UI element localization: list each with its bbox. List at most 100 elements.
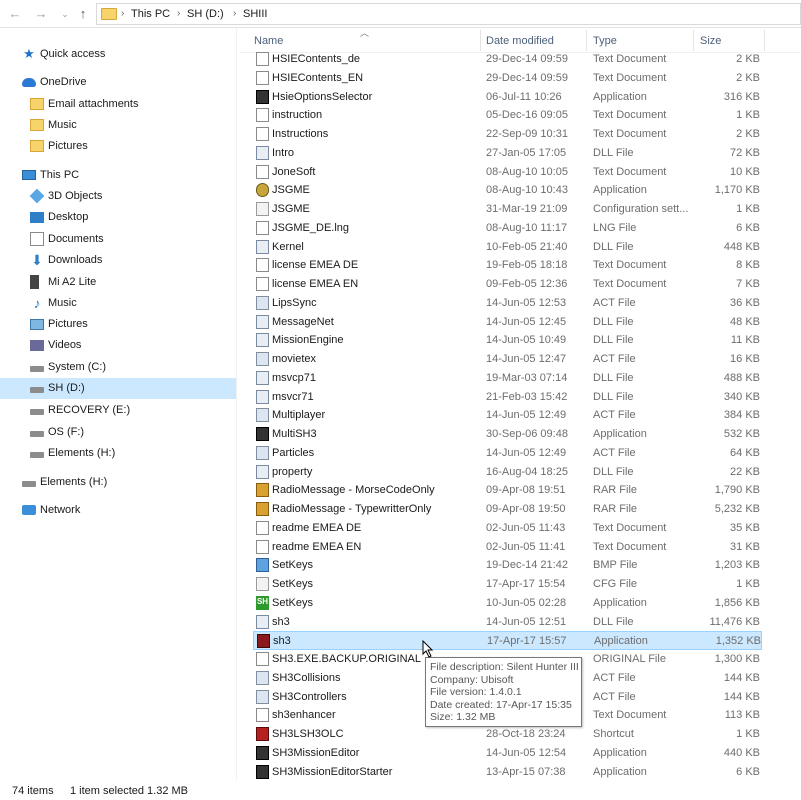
file-type: BMP File: [593, 559, 638, 572]
file-row[interactable]: SH3MissionEditorStarter 13-Apr-15 07:38 Ap…: [253, 763, 762, 782]
column-header-name[interactable]: Name: [254, 35, 283, 47]
file-date-modified: 09-Apr-08 19:51: [486, 484, 566, 497]
sidebar-item[interactable]: OS (F:): [0, 422, 236, 443]
file-type: Text Document: [593, 109, 667, 122]
drive-icon: [22, 481, 36, 487]
file-row[interactable]: msvcr71 21-Feb-03 15:42 DLL File 340 KB: [253, 388, 762, 407]
file-row[interactable]: JoneSoft 08-Aug-10 10:05 Text Document 10 K…: [253, 163, 762, 182]
desktop-icon: [30, 212, 44, 223]
breadcrumb-separator[interactable]: ›: [233, 8, 236, 19]
file-row[interactable]: Particles 14-Jun-05 12:49 ACT File 64 KB: [253, 444, 762, 463]
sidebar-item[interactable]: Email attachments: [0, 94, 236, 115]
file-row[interactable]: SetKeys 19-Dec-14 21:42 BMP File 1,203 KB: [253, 556, 762, 575]
sidebar-item[interactable]: ★ Quick access: [0, 44, 236, 65]
file-row[interactable]: msvcp71 19-Mar-03 07:14 DLL File 488 KB: [253, 369, 762, 388]
column-divider[interactable]: [480, 30, 481, 51]
file-row[interactable]: SH3LSH3OLC 28-Oct-18 23:24 Shortcut 1 KB: [253, 725, 762, 744]
sidebar-item[interactable]: ⬇ Downloads: [0, 250, 236, 271]
file-name: JoneSoft: [272, 165, 316, 178]
file-row[interactable]: RadioMessage - MorseCodeOnly 09-Apr-08 19…: [253, 481, 762, 500]
file-row[interactable]: SH SetKeys 10-Jun-05 02:28 Application 1,856…: [253, 594, 762, 613]
file-size: 440 KB: [723, 746, 760, 759]
address-bar[interactable]: › This PC › SH (D:) › SHIII: [96, 3, 801, 25]
sidebar-item[interactable]: SH (D:): [0, 378, 236, 399]
sidebar-item[interactable]: ♪ Music: [0, 293, 236, 314]
sidebar-item[interactable]: RECOVERY (E:): [0, 400, 236, 421]
file-row[interactable]: movietex 14-Jun-05 12:47 ACT File 16 KB: [253, 350, 762, 369]
file-row[interactable]: Instructions 22-Sep-09 10:31 Text Document…: [253, 125, 762, 144]
column-divider[interactable]: [586, 30, 587, 51]
file-row[interactable]: HSIEContents_de 29-Dec-14 09:59 Text Docum…: [253, 50, 762, 69]
txt-file-icon: [256, 52, 269, 66]
column-header-type[interactable]: Type: [593, 35, 617, 47]
forward-icon[interactable]: →: [32, 5, 50, 23]
act-file-icon: [256, 408, 269, 423]
file-row[interactable]: SetKeys 17-Apr-17 15:54 CFG File 1 KB: [253, 575, 762, 594]
breadcrumb-this-pc[interactable]: This PC: [131, 8, 170, 20]
file-date-modified: 14-Jun-05 12:53: [486, 296, 567, 309]
txt-file-icon: [256, 220, 269, 235]
sidebar-item-label: 3D Objects: [48, 190, 103, 202]
recent-locations-icon[interactable]: ⌄: [56, 5, 74, 23]
sidebar-item[interactable]: This PC: [0, 165, 236, 186]
sidebar-item[interactable]: Elements (H:): [0, 443, 236, 464]
file-size: 72 KB: [730, 146, 760, 159]
file-size: 488 KB: [723, 371, 760, 384]
pane-splitter[interactable]: [236, 28, 237, 780]
file-row[interactable]: Multiplayer 14-Jun-05 12:49 ACT File 384 KB: [253, 406, 762, 425]
file-row[interactable]: Intro 27-Jan-05 17:05 DLL File 72 KB: [253, 144, 762, 163]
file-row[interactable]: HSIEContents_EN 29-Dec-14 09:59 Text Docum…: [253, 69, 762, 88]
navigation-pane: ★ Quick access OneDrive Email attachments Mu…: [0, 28, 236, 780]
file-name: SetKeys: [272, 578, 313, 590]
sidebar-item[interactable]: Desktop: [0, 207, 236, 228]
breadcrumb-separator[interactable]: ›: [177, 8, 180, 19]
sidebar-item[interactable]: Network: [0, 500, 236, 521]
sidebar-item[interactable]: Mi A2 Lite: [0, 272, 236, 293]
file-date-modified: 09-Feb-05 12:36: [486, 278, 568, 290]
file-row[interactable]: MissionEngine 14-Jun-05 10:49 DLL File 11 K…: [253, 331, 762, 350]
sidebar-item[interactable]: Music: [0, 115, 236, 136]
back-icon[interactable]: ←: [6, 5, 24, 23]
sidebar-item[interactable]: 3D Objects: [0, 186, 236, 207]
file-row[interactable]: MultiSH3 30-Sep-06 09:48 Application 532 KB: [253, 425, 762, 444]
breadcrumb-folder[interactable]: SHIII: [243, 8, 267, 20]
file-row[interactable]: LipsSync 14-Jun-05 12:53 ACT File 36 KB: [253, 294, 762, 313]
file-size: 340 KB: [723, 390, 760, 403]
breadcrumb-separator[interactable]: ›: [121, 8, 124, 19]
file-row[interactable]: readme EMEA EN 02-Jun-05 11:41 Text Docume…: [253, 538, 762, 557]
up-icon[interactable]: ↑: [74, 5, 92, 23]
sidebar-item-label: Network: [40, 504, 81, 516]
file-row[interactable]: property 16-Aug-04 18:25 DLL File 22 KB: [253, 463, 762, 482]
file-row[interactable]: sh3 14-Jun-05 12:51 DLL File 11,476 KB: [253, 613, 762, 632]
file-row[interactable]: MessageNet 14-Jun-05 12:45 DLL File 48 KB: [253, 313, 762, 332]
column-header-size[interactable]: Size: [700, 35, 721, 47]
file-row[interactable]: JSGME 08-Aug-10 10:43 Application 1,170 KB: [253, 181, 762, 200]
txt-file-icon: [256, 70, 269, 85]
column-divider[interactable]: [693, 30, 694, 51]
multi-file-icon: [256, 427, 269, 441]
file-row[interactable]: SH3MissionEditor 14-Jun-05 12:54 Applicati…: [253, 744, 762, 763]
file-row[interactable]: license EMEA DE 19-Feb-05 18:18 Text Docum…: [253, 256, 762, 275]
file-name: instruction: [272, 109, 323, 122]
sidebar-item[interactable]: Pictures: [0, 314, 236, 335]
column-divider[interactable]: [764, 30, 765, 51]
sidebar-item[interactable]: Elements (H:): [0, 472, 236, 493]
file-row[interactable]: JSGME 31-Mar-19 21:09 Configuration sett..…: [253, 200, 762, 219]
file-row[interactable]: RadioMessage - TypewritterOnly 09-Apr-08 …: [253, 500, 762, 519]
breadcrumb-drive[interactable]: SH (D:): [187, 8, 224, 20]
file-type: RAR File: [593, 484, 638, 497]
file-row[interactable]: Kernel 10-Feb-05 21:40 DLL File 448 KB: [253, 238, 762, 257]
folder-icon: [30, 140, 44, 152]
sidebar-item[interactable]: System (C:): [0, 357, 236, 378]
file-row[interactable]: readme EMEA DE 02-Jun-05 11:43 Text Docume…: [253, 519, 762, 538]
sidebar-item[interactable]: Documents: [0, 229, 236, 250]
sidebar-item[interactable]: Pictures: [0, 136, 236, 157]
sidebar-item[interactable]: OneDrive: [0, 72, 236, 93]
column-header-date[interactable]: Date modified: [486, 35, 554, 47]
file-row[interactable]: sh3 17-Apr-17 15:57 Application 1,352 KB: [253, 631, 762, 651]
file-row[interactable]: instruction 05-Dec-16 09:05 Text Document 1…: [253, 106, 762, 125]
file-row[interactable]: JSGME_DE.lng 08-Aug-10 11:17 LNG File 6 KB: [253, 219, 762, 238]
file-row[interactable]: license EMEA EN 09-Feb-05 12:36 Text Docum…: [253, 275, 762, 294]
file-row[interactable]: HsieOptionsSelector 06-Jul-11 10:26 Applic…: [253, 88, 762, 107]
sidebar-item[interactable]: Videos: [0, 335, 236, 356]
